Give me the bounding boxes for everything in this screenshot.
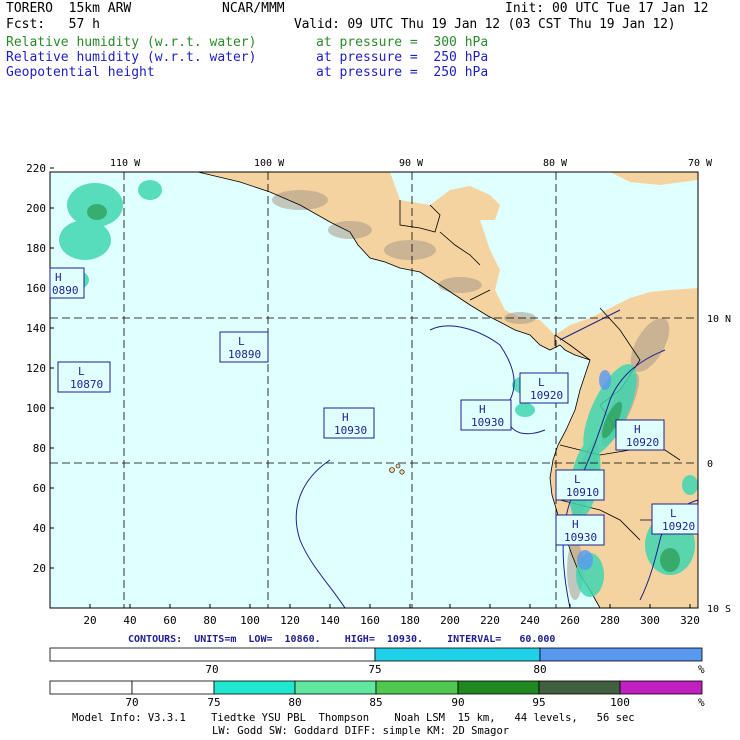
lat-label-10n: 10 N <box>707 314 731 325</box>
model-info-line1: Model Info: V3.3.1 Tiedtke YSU PBL Thomp… <box>72 712 635 724</box>
left-tick-label: 20 <box>33 562 46 575</box>
svg-text:10920: 10920 <box>530 389 563 402</box>
colorbar1-unit: % <box>698 663 705 676</box>
svg-text:10920: 10920 <box>626 436 659 449</box>
bottom-tick-label: 180 <box>400 614 420 627</box>
pressure-center-low: L 10890 <box>219 331 269 363</box>
model-info-line2: LW: Godd SW: Goddard DIFF: simple KM: 2D… <box>212 725 510 737</box>
svg-text:0890: 0890 <box>52 284 79 297</box>
galapagos-island <box>389 467 395 473</box>
svg-text:L: L <box>238 335 245 348</box>
pressure-center-high: H 10920 <box>615 419 665 451</box>
left-tick-label: 40 <box>33 522 46 535</box>
bottom-tick-label: 300 <box>640 614 660 627</box>
bottom-tick-label: 40 <box>123 614 136 627</box>
svg-text:10910: 10910 <box>566 486 599 499</box>
lat-label-10s: 10 S <box>707 604 731 615</box>
svg-text:L: L <box>78 365 85 378</box>
colorbar1-label-75: 75 <box>368 663 382 676</box>
pressure-center-high: H 10930 <box>323 407 375 439</box>
svg-text:H: H <box>479 403 486 416</box>
pressure-center-low: L 10920 <box>519 372 569 404</box>
left-tick-label: 100 <box>26 402 46 415</box>
bottom-tick-label: 160 <box>360 614 380 627</box>
left-tick-label: 160 <box>26 282 46 295</box>
bottom-axis-labels: 20 40 60 80 100 120 140 160 180 200 220 240 260 280 30… <box>83 614 700 627</box>
map-panel: 110 W 100 W 90 W 80 W 70 W 10 N 0 10 S 2… <box>26 158 731 695</box>
bottom-tick-label: 100 <box>240 614 260 627</box>
svg-text:10920: 10920 <box>662 520 695 533</box>
left-axis-labels: 220 200 180 160 140 120 100 80 60 40 20 <box>26 162 46 575</box>
colorbar2-unit: % <box>698 696 705 709</box>
colorbar2-label-75: 75 <box>207 696 221 709</box>
svg-text:10870: 10870 <box>70 378 103 391</box>
bottom-tick-label: 320 <box>680 614 700 627</box>
left-tick-label: 80 <box>33 442 46 455</box>
svg-text:10930: 10930 <box>564 531 597 544</box>
svg-text:H: H <box>572 518 579 531</box>
bottom-tick-label: 200 <box>440 614 460 627</box>
bottom-tick-label: 260 <box>560 614 580 627</box>
bottom-tick-label: 80 <box>203 614 216 627</box>
left-tick-label: 220 <box>26 162 46 175</box>
bottom-tick-label: 120 <box>280 614 300 627</box>
pressure-center-high: H 10930 <box>460 399 512 431</box>
bottom-tick-label: 280 <box>600 614 620 627</box>
left-tick-label: 200 <box>26 202 46 215</box>
colorbar-300hpa <box>49 647 703 662</box>
colorbar2-label-90: 90 <box>451 696 465 709</box>
svg-text:L: L <box>670 507 677 520</box>
pressure-center-low: L 10910 <box>555 469 605 501</box>
lon-label-90w: 90 W <box>399 158 424 169</box>
lon-label-80w: 80 W <box>543 158 568 169</box>
colorbar2-label-70: 70 <box>125 696 139 709</box>
lon-label-70w: 70 W <box>688 158 713 169</box>
pressure-center-high: H 10930 <box>555 514 605 546</box>
pressure-center-low: L 10920 <box>651 503 699 535</box>
svg-text:H: H <box>342 411 349 424</box>
svg-text:L: L <box>538 376 545 389</box>
svg-text:10930: 10930 <box>471 416 504 429</box>
colorbar2-label-95: 95 <box>532 696 546 709</box>
lon-label-100w: 100 W <box>254 158 285 169</box>
bottom-tick-label: 140 <box>320 614 340 627</box>
galapagos-island <box>399 469 405 475</box>
left-tick-label: 60 <box>33 482 46 495</box>
bottom-tick-label: 60 <box>163 614 176 627</box>
lat-label-0: 0 <box>707 459 713 470</box>
svg-text:10930: 10930 <box>334 424 367 437</box>
pressure-center-low: L 10870 <box>57 361 111 393</box>
colorbar2-label-80: 80 <box>288 696 302 709</box>
bottom-tick-label: 220 <box>480 614 500 627</box>
pressure-center-high: H 0890 <box>49 267 85 299</box>
lon-label-110w: 110 W <box>110 158 141 169</box>
svg-text:H: H <box>55 271 62 284</box>
bottom-tick-label: 240 <box>520 614 540 627</box>
svg-text:H: H <box>634 423 641 436</box>
left-tick-label: 180 <box>26 242 46 255</box>
colorbar1-label-80: 80 <box>533 663 547 676</box>
galapagos-island <box>395 463 401 469</box>
contours-info: CONTOURS: UNITS=m LOW= 10860. HIGH= 1093… <box>128 634 556 645</box>
left-tick-label: 120 <box>26 362 46 375</box>
colorbar2-label-100: 100 <box>610 696 630 709</box>
svg-text:10890: 10890 <box>228 348 261 361</box>
bottom-tick-label: 20 <box>83 614 96 627</box>
colorbar1-label-70: 70 <box>205 663 219 676</box>
colorbar2-label-85: 85 <box>369 696 383 709</box>
left-tick-label: 140 <box>26 322 46 335</box>
svg-text:L: L <box>574 473 581 486</box>
colorbar-250hpa <box>49 680 703 695</box>
